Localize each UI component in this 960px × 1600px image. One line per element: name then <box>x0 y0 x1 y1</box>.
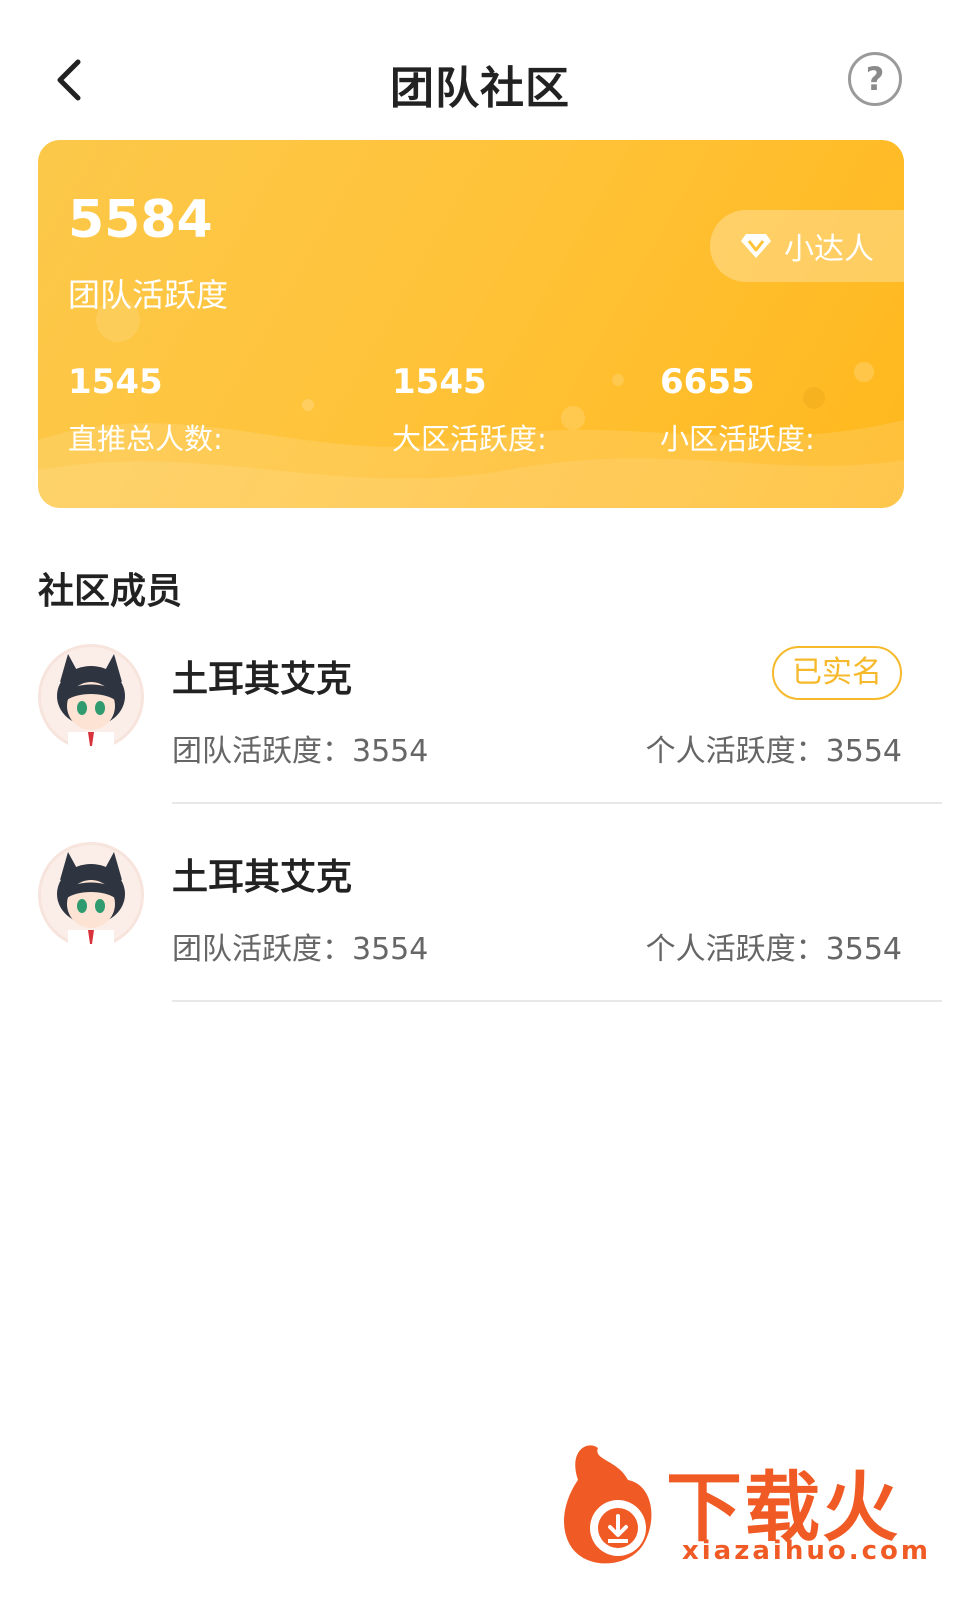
divider <box>172 802 942 804</box>
members-section-title: 社区成员 <box>38 571 183 612</box>
stat-label: 直推总人数: <box>68 422 223 456</box>
level-badge-label: 小达人 <box>784 232 874 267</box>
member-personal-activity: 个人活跃度：3554 <box>645 932 902 967</box>
level-badge[interactable]: 小达人 <box>710 210 904 282</box>
watermark-url: xiazaihuo.com <box>682 1536 931 1566</box>
avatar <box>38 644 144 750</box>
member-team-activity: 团队活跃度：3554 <box>172 734 429 769</box>
flame-logo-icon <box>564 1445 652 1564</box>
divider <box>172 1000 942 1002</box>
avatar <box>38 842 144 948</box>
stat-direct-referrals: 1545 直推总人数: <box>68 362 223 458</box>
stat-value: 1545 <box>68 362 163 402</box>
nav-bar: 团队社区 ? <box>0 0 960 150</box>
stat-minor-zone-activity: 6655 小区活跃度: <box>660 362 815 458</box>
team-activity-label: 团队活跃度 <box>68 276 229 314</box>
page-title: 团队社区 <box>390 63 570 114</box>
verified-badge: 已实名 <box>772 646 902 700</box>
stat-value: 1545 <box>392 362 487 402</box>
help-button[interactable]: ? <box>848 52 902 106</box>
avatar-image <box>38 644 144 750</box>
team-activity-card: 5584 团队活跃度 小达人 1545 直推总人数: 1545 大区活跃度: 6… <box>38 140 904 508</box>
avatar-image <box>38 842 144 948</box>
stat-label: 小区活跃度: <box>660 422 815 456</box>
question-mark-icon: ? <box>865 60 885 98</box>
team-activity-value: 5584 <box>68 190 213 250</box>
stat-label: 大区活跃度: <box>392 422 547 456</box>
member-team-activity: 团队活跃度：3554 <box>172 932 429 967</box>
member-personal-activity: 个人活跃度：3554 <box>645 734 902 769</box>
stat-value: 6655 <box>660 362 755 402</box>
member-list-item[interactable]: 土耳其艾克 团队活跃度：3554 个人活跃度：3554 <box>0 842 960 1002</box>
member-list-item[interactable]: 土耳其艾克 已实名 团队活跃度：3554 个人活跃度：3554 <box>0 644 960 804</box>
member-name: 土耳其艾克 <box>172 857 353 898</box>
stat-major-zone-activity: 1545 大区活跃度: <box>392 362 547 458</box>
watermark-logo: 下载火 xiazaihuo.com <box>558 1440 948 1570</box>
diamond-icon <box>741 234 771 258</box>
member-name: 土耳其艾克 <box>172 659 353 700</box>
